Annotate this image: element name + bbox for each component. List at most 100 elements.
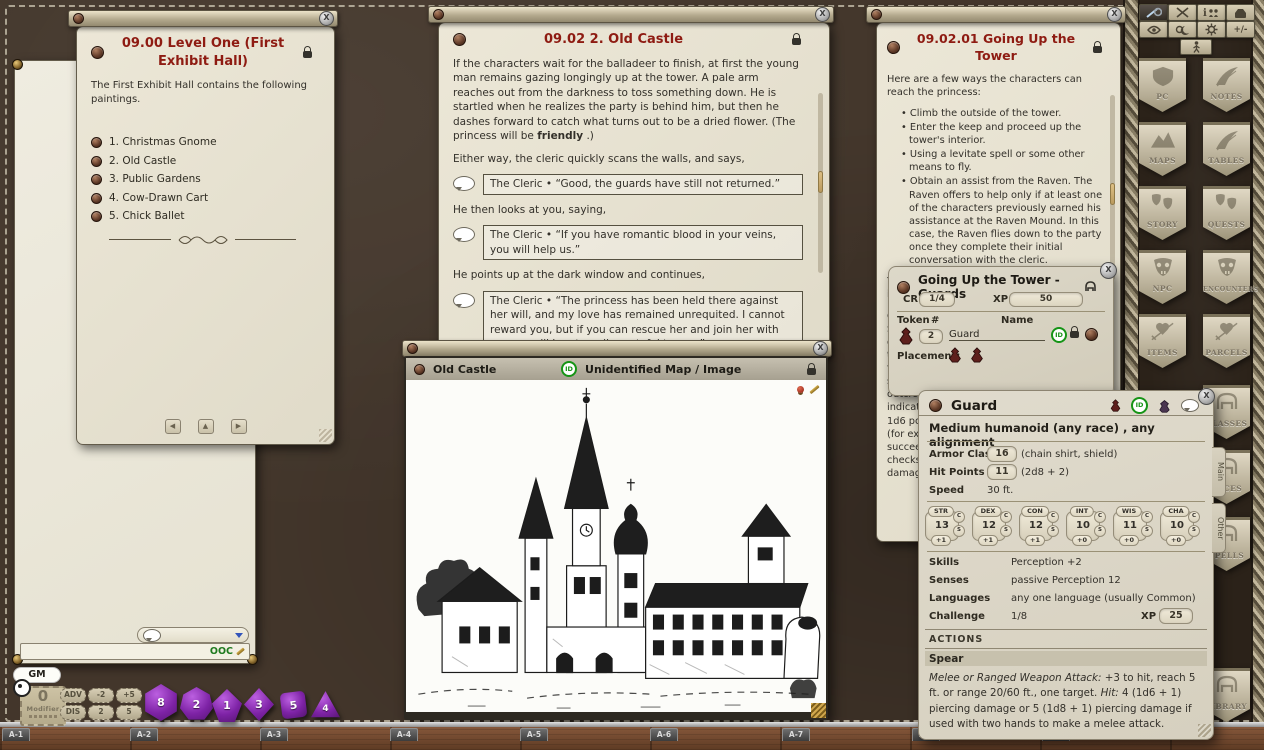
image-header[interactable]: Old Castle ID Unidentified Map / Image — [406, 358, 826, 380]
sidebar-item-quests[interactable]: QUESTS — [1203, 186, 1250, 240]
nav-prev-button[interactable]: ◀ — [165, 419, 181, 434]
knob-icon[interactable] — [453, 33, 466, 46]
cr-field[interactable]: 1/4 — [919, 292, 955, 307]
adv-button[interactable]: ADV — [60, 688, 86, 703]
hotkey-slot[interactable]: A-6 — [650, 728, 678, 741]
npc-name-field[interactable]: Guard — [949, 329, 1045, 341]
story-link[interactable]: 3. Public Gardens — [91, 172, 314, 186]
check-button[interactable]: C — [1141, 511, 1153, 523]
ac-field[interactable]: 16 — [987, 446, 1017, 462]
knob-icon[interactable] — [407, 343, 418, 354]
hotkey-slot[interactable]: A-3 — [260, 728, 288, 741]
pointer-mode-button[interactable] — [1139, 4, 1168, 21]
tab-other[interactable]: Other — [1212, 503, 1226, 553]
tab-main[interactable]: Main — [1212, 447, 1226, 497]
stat-cha[interactable]: CHA10+0 CS — [1160, 507, 1200, 545]
close-icon[interactable]: X — [1107, 7, 1122, 22]
targeting-icon[interactable] — [13, 679, 31, 697]
save-button[interactable]: S — [953, 525, 965, 537]
sidebar-item-story[interactable]: STORY — [1139, 186, 1186, 240]
lock-icon[interactable] — [806, 362, 818, 377]
d4-die[interactable]: 4 — [311, 690, 340, 719]
story-link[interactable]: 2. Old Castle — [91, 154, 314, 168]
character-mode-button[interactable] — [1180, 39, 1212, 55]
modifiers-button[interactable]: +/- — [1226, 21, 1255, 38]
hotkey-slot[interactable]: A-4 — [390, 728, 418, 741]
close-icon[interactable]: X — [815, 7, 830, 22]
placement-token-icon[interactable] — [947, 347, 963, 363]
sidebar-item-maps[interactable]: MAPS — [1139, 122, 1186, 176]
action-row-spear[interactable]: Spear — [925, 651, 1207, 666]
d8-die[interactable]: 3 — [244, 688, 274, 721]
lock-icon[interactable] — [1092, 40, 1104, 55]
xp-field[interactable]: 25 — [1159, 608, 1193, 624]
sidebar-item-npc[interactable]: NPC — [1139, 250, 1186, 304]
close-icon[interactable]: X — [1100, 262, 1117, 279]
chat-bubble-icon[interactable] — [1181, 399, 1199, 412]
guard-token-icon[interactable] — [897, 327, 915, 345]
pin-tool-icon[interactable] — [797, 386, 804, 393]
hp-field[interactable]: 11 — [987, 464, 1017, 480]
save-button[interactable]: S — [1094, 525, 1106, 537]
knob-icon[interactable] — [1085, 328, 1098, 341]
story-window-old-castle[interactable]: 09.02 2. Old Castle If the characters wa… — [438, 22, 830, 360]
d20-die[interactable]: 8 — [143, 684, 179, 721]
chat-input[interactable]: OOC — [20, 643, 250, 660]
id-badge[interactable]: ID — [1131, 397, 1148, 414]
story3-titlebar[interactable]: X — [866, 6, 1126, 23]
check-button[interactable]: C — [1000, 511, 1012, 523]
npc-window-guard[interactable]: X Guard ID Medium humanoid (any race) , … — [918, 390, 1214, 740]
two-button[interactable]: 2 — [88, 705, 114, 720]
encounter-window[interactable]: X Going Up the Tower - Guards CR 1/4 XP … — [888, 266, 1114, 396]
story2-titlebar[interactable]: X — [428, 6, 834, 23]
token-mini-icon[interactable] — [1109, 399, 1122, 412]
lock-icon[interactable] — [1069, 325, 1081, 340]
chat-channel-dropdown[interactable] — [137, 627, 249, 643]
placement-token-icon[interactable] — [969, 347, 985, 363]
story-link[interactable]: 4. Cow-Drawn Cart — [91, 191, 314, 205]
image-canvas[interactable] — [406, 380, 826, 712]
story-window-level-one[interactable]: 09.00 Level One (First Exhibit Hall) The… — [76, 26, 335, 445]
close-icon[interactable]: X — [319, 11, 334, 26]
knob-icon[interactable] — [73, 13, 84, 24]
plus5-button[interactable]: +5 — [116, 688, 142, 703]
hotkey-slot[interactable]: A-1 — [2, 728, 30, 741]
lighting-button[interactable] — [1168, 21, 1197, 38]
resize-handle[interactable] — [1198, 724, 1211, 737]
stat-wis[interactable]: WIS11+0 CS — [1113, 507, 1153, 545]
knob-icon[interactable] — [91, 46, 104, 59]
sidebar-item-pc[interactable]: PC — [1139, 58, 1186, 112]
hotkey-slot[interactable]: A-7 — [782, 728, 810, 741]
xp-field[interactable]: 50 — [1009, 292, 1083, 307]
scrollbar[interactable] — [818, 93, 823, 273]
hotkey-slot[interactable]: A-5 — [520, 728, 548, 741]
stat-str[interactable]: STR13+1 CS — [925, 507, 965, 545]
pouch-button[interactable] — [1226, 4, 1255, 21]
d10-die[interactable]: 1 — [212, 689, 242, 722]
hotkey-slot[interactable]: A-2 — [130, 728, 158, 741]
dis-button[interactable]: DIS — [60, 705, 86, 720]
check-button[interactable]: C — [953, 511, 965, 523]
settings-button[interactable] — [1197, 21, 1226, 38]
stat-int[interactable]: INT10+0 CS — [1066, 507, 1106, 545]
close-icon[interactable]: X — [813, 341, 828, 356]
sidebar-item-encounters[interactable]: ENCOUNTERS — [1203, 250, 1250, 304]
story1-titlebar[interactable]: X — [68, 10, 338, 27]
id-badge[interactable]: ID — [1051, 327, 1067, 343]
five-button[interactable]: 5 — [116, 705, 142, 720]
knob-icon[interactable] — [414, 364, 425, 375]
save-button[interactable]: S — [1141, 525, 1153, 537]
save-button[interactable]: S — [1188, 525, 1200, 537]
sidebar-item-items[interactable]: ITEMS — [1139, 314, 1186, 368]
lock-icon[interactable] — [302, 45, 314, 60]
nav-up-button[interactable]: ▲ — [198, 419, 214, 434]
vision-button[interactable] — [1139, 21, 1168, 38]
close-icon[interactable]: X — [1198, 388, 1215, 405]
resize-handle[interactable] — [319, 429, 332, 442]
check-button[interactable]: C — [1188, 511, 1200, 523]
knob-icon[interactable] — [929, 399, 942, 412]
save-button[interactable]: S — [1047, 525, 1059, 537]
stat-dex[interactable]: DEX12+1 CS — [972, 507, 1012, 545]
knob-icon[interactable] — [433, 9, 444, 20]
image-titlebar[interactable]: X — [402, 340, 832, 357]
